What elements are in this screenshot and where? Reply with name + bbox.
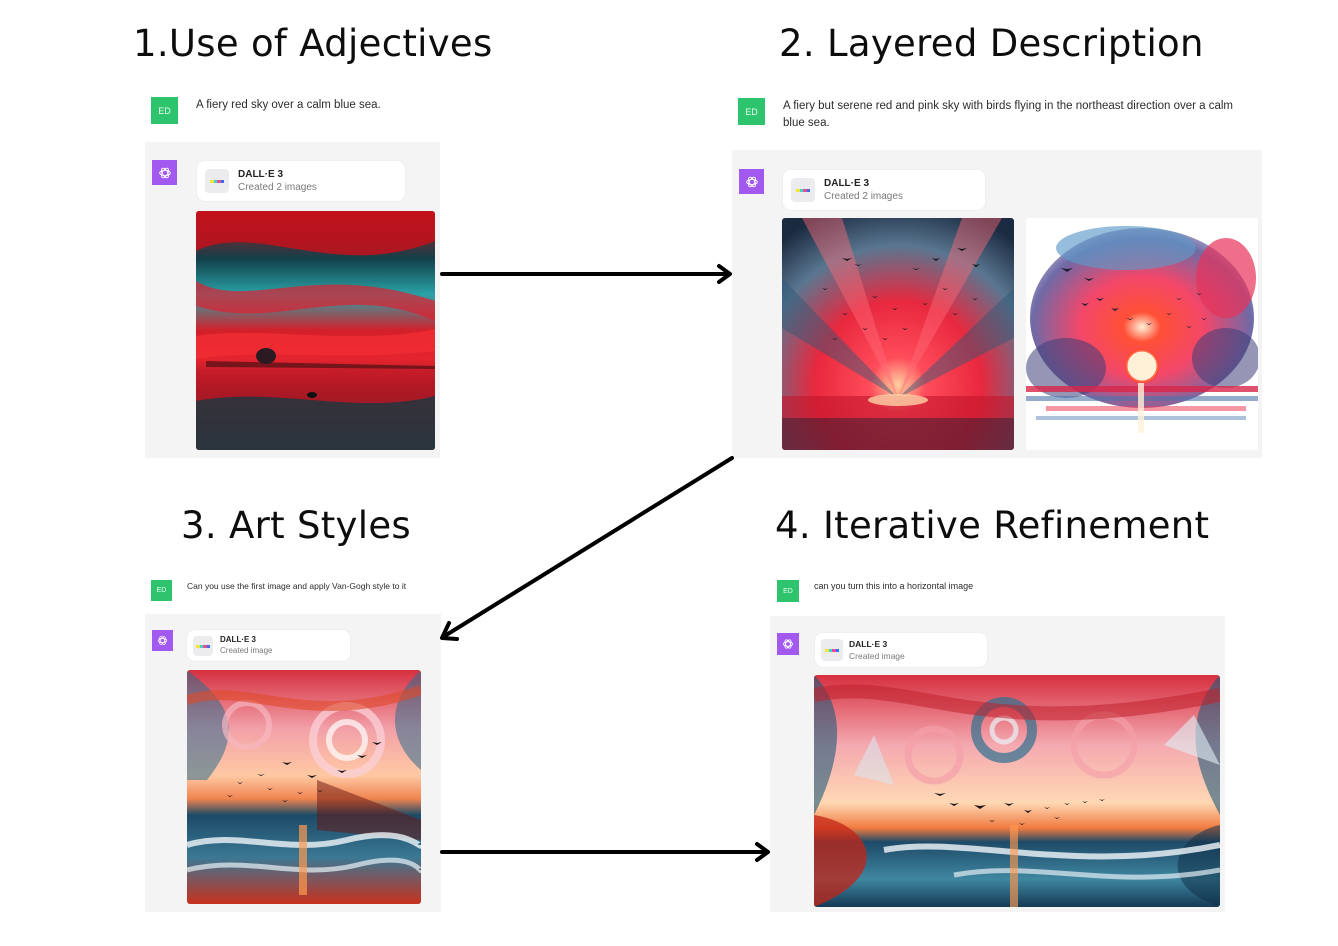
step-1-chat-panel: ED A fiery red sky over a calm blue sea.… [145,88,440,458]
arrow-step3-to-step4 [440,842,770,862]
generated-image[interactable] [814,675,1220,907]
user-avatar: ED [151,580,172,601]
tool-name: DALL·E 3 [824,178,869,189]
user-avatar: ED [738,98,765,125]
tool-status: Created image [220,646,273,655]
assistant-message-row: DALL·E 3 Created 2 images [732,150,1262,458]
user-prompt: Can you use the first image and apply Va… [187,581,407,591]
assistant-message-row: DALL·E 3 Created 2 images [145,142,440,458]
step-1-title: 1.Use of Adjectives [133,22,493,65]
tool-name: DALL·E 3 [220,635,256,644]
chatgpt-logo-icon [152,630,173,651]
dalle-tool-card[interactable]: DALL·E 3 Created 2 images [783,170,985,210]
step-4-title: 4. Iterative Refinement [775,504,1210,547]
user-message-row: ED A fiery but serene red and pink sky w… [732,88,1262,150]
generated-image[interactable] [196,211,435,450]
user-prompt: can you turn this into a horizontal imag… [814,581,974,591]
assistant-message-row: DALL·E 3 Created image [770,616,1225,912]
step-2-chat-panel: ED A fiery but serene red and pink sky w… [732,88,1262,458]
user-message-row: ED can you turn this into a horizontal i… [770,572,1225,616]
user-prompt: A fiery red sky over a calm blue sea. [196,99,381,111]
generated-image[interactable] [782,218,1014,450]
dalle-tool-card[interactable]: DALL·E 3 Created 2 images [197,161,405,201]
tool-name: DALL·E 3 [238,169,283,180]
generated-image[interactable] [187,670,421,904]
chatgpt-logo-icon [739,169,764,194]
dalle-tool-card[interactable]: DALL·E 3 Created image [187,630,350,661]
dalle-icon [791,178,815,202]
dalle-icon [821,639,843,661]
step-3-title: 3. Art Styles [181,504,411,547]
step-3-chat-panel: ED Can you use the first image and apply… [145,572,441,912]
user-avatar: ED [777,580,799,602]
user-message-row: ED Can you use the first image and apply… [145,572,441,614]
tool-status: Created image [849,651,905,661]
user-avatar: ED [151,97,178,124]
dalle-icon [205,169,229,193]
arrow-step2-to-step3 [440,456,734,641]
step-4-chat-panel: ED can you turn this into a horizontal i… [770,572,1225,912]
user-prompt: A fiery but serene red and pink sky with… [783,100,1234,129]
chatgpt-logo-icon [152,160,177,185]
step-2-title: 2. Layered Description [779,22,1204,65]
dalle-tool-card[interactable]: DALL·E 3 Created image [815,633,987,667]
tool-status: Created 2 images [238,182,317,193]
assistant-message-row: DALL·E 3 Created image [145,614,441,912]
chatgpt-logo-icon [777,633,799,655]
user-message-row: ED A fiery red sky over a calm blue sea. [145,88,440,142]
generated-image[interactable] [1026,218,1258,450]
arrow-step1-to-step2 [440,264,732,284]
tool-name: DALL·E 3 [849,639,888,649]
dalle-icon [193,636,213,656]
tool-status: Created 2 images [824,191,903,202]
